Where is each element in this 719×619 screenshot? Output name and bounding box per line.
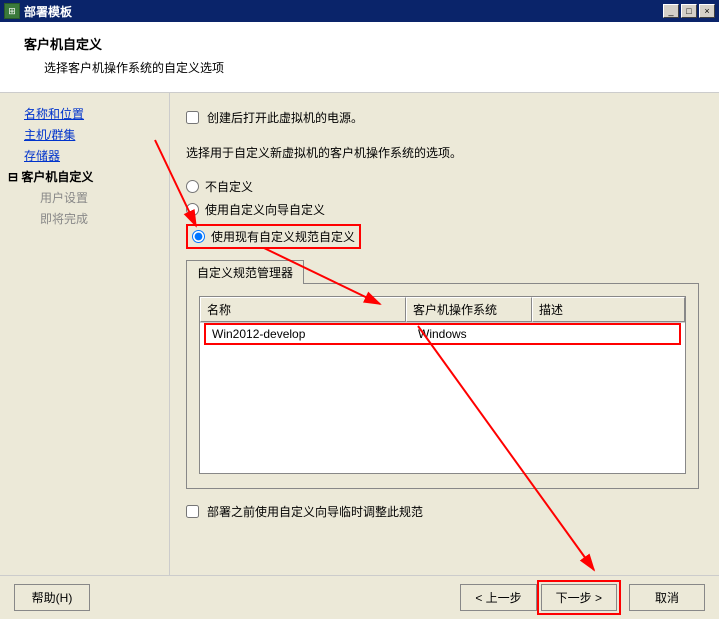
window-title: 部署模板 — [24, 3, 661, 20]
wizard-body: 名称和位置 主机/群集 存储器 客户机自定义 用户设置 即将完成 创建后打开此虚… — [0, 93, 719, 601]
poweron-label: 创建后打开此虚拟机的电源。 — [207, 109, 363, 126]
col-name[interactable]: 名称 — [200, 297, 406, 322]
prev-button[interactable]: < 上一步 — [460, 584, 536, 611]
radio-no-customize-label: 不自定义 — [205, 178, 253, 195]
radio-existing-spec-label: 使用现有自定义规范自定义 — [211, 228, 355, 245]
spec-list-header: 名称 客户机操作系统 描述 — [200, 297, 685, 323]
spec-desc — [538, 325, 679, 343]
spec-name: Win2012-develop — [206, 325, 412, 343]
step-storage[interactable]: 存储器 — [8, 145, 161, 166]
wizard-main: 创建后打开此虚拟机的电源。 选择用于自定义新虚拟机的客户机操作系统的选项。 不自… — [170, 93, 719, 601]
radio-no-customize[interactable] — [186, 180, 199, 193]
spec-os: Windows — [412, 325, 538, 343]
page-subtitle: 选择客户机操作系统的自定义选项 — [24, 59, 695, 76]
wizard-header: 客户机自定义 选择客户机操作系统的自定义选项 — [0, 22, 719, 93]
next-button[interactable]: 下一步 > — [541, 584, 617, 611]
app-icon: ⊞ — [4, 3, 20, 19]
wizard-steps-sidebar: 名称和位置 主机/群集 存储器 客户机自定义 用户设置 即将完成 — [0, 93, 170, 601]
radio-existing-spec[interactable] — [192, 230, 205, 243]
adjust-label: 部署之前使用自定义向导临时调整此规范 — [207, 503, 423, 520]
tab-spec-manager[interactable]: 自定义规范管理器 — [186, 260, 304, 284]
select-instruction: 选择用于自定义新虚拟机的客户机操作系统的选项。 — [186, 144, 699, 161]
maximize-button[interactable]: □ — [681, 4, 697, 18]
cancel-button[interactable]: 取消 — [629, 584, 705, 611]
poweron-checkbox[interactable] — [186, 111, 199, 124]
radio-wizard-customize-label: 使用自定义向导自定义 — [205, 201, 325, 218]
col-desc[interactable]: 描述 — [532, 297, 685, 322]
spec-panel: 名称 客户机操作系统 描述 Win2012-develop Windows — [186, 283, 699, 489]
minimize-button[interactable]: _ — [663, 4, 679, 18]
adjust-checkbox[interactable] — [186, 505, 199, 518]
spec-list[interactable]: 名称 客户机操作系统 描述 Win2012-develop Windows — [199, 296, 686, 474]
step-host-cluster[interactable]: 主机/群集 — [8, 124, 161, 145]
col-os[interactable]: 客户机操作系统 — [406, 297, 532, 322]
step-ready-complete: 即将完成 — [8, 208, 161, 229]
spec-list-row[interactable]: Win2012-develop Windows — [206, 325, 679, 343]
close-button[interactable]: × — [699, 4, 715, 18]
title-bar: ⊞ 部署模板 _ □ × — [0, 0, 719, 22]
wizard-footer: 帮助(H) < 上一步 下一步 > 取消 — [0, 575, 719, 619]
help-button[interactable]: 帮助(H) — [14, 584, 90, 611]
step-name-location[interactable]: 名称和位置 — [8, 103, 161, 124]
step-guest-customization: 客户机自定义 — [8, 166, 161, 187]
radio-wizard-customize[interactable] — [186, 203, 199, 216]
step-user-settings: 用户设置 — [8, 187, 161, 208]
page-title: 客户机自定义 — [24, 34, 695, 53]
